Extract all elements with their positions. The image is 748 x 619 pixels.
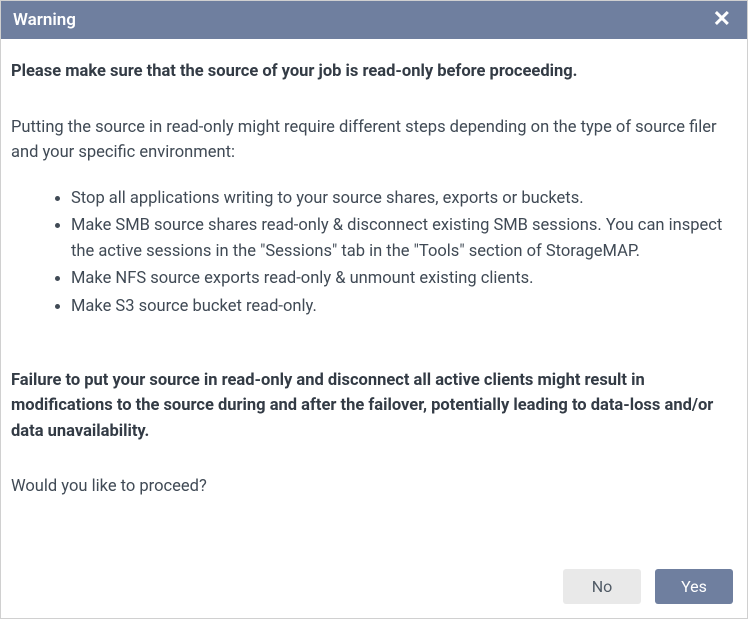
dialog-content: Please make sure that the source of your… — [1, 39, 747, 561]
close-icon[interactable]: ✕ — [709, 9, 735, 31]
list-item: Stop all applications writing to your so… — [71, 186, 737, 212]
warning-dialog: Warning ✕ Please make sure that the sour… — [0, 0, 748, 619]
intro-text: Putting the source in read-only might re… — [11, 115, 737, 166]
no-button[interactable]: No — [563, 569, 641, 604]
list-item: Make S3 source bucket read-only. — [71, 294, 737, 320]
heading-text: Please make sure that the source of your… — [11, 59, 737, 85]
dialog-title: Warning — [13, 10, 76, 30]
dialog-footer: No Yes — [1, 561, 747, 618]
list-item: Make NFS source exports read-only & unmo… — [71, 266, 737, 292]
steps-list: Stop all applications writing to your so… — [11, 186, 737, 320]
dialog-titlebar: Warning ✕ — [1, 1, 747, 39]
list-item: Make SMB source shares read-only & disco… — [71, 213, 737, 264]
proceed-prompt: Would you like to proceed? — [11, 474, 737, 500]
yes-button[interactable]: Yes — [655, 569, 733, 604]
warning-note: Failure to put your source in read-only … — [11, 368, 737, 445]
